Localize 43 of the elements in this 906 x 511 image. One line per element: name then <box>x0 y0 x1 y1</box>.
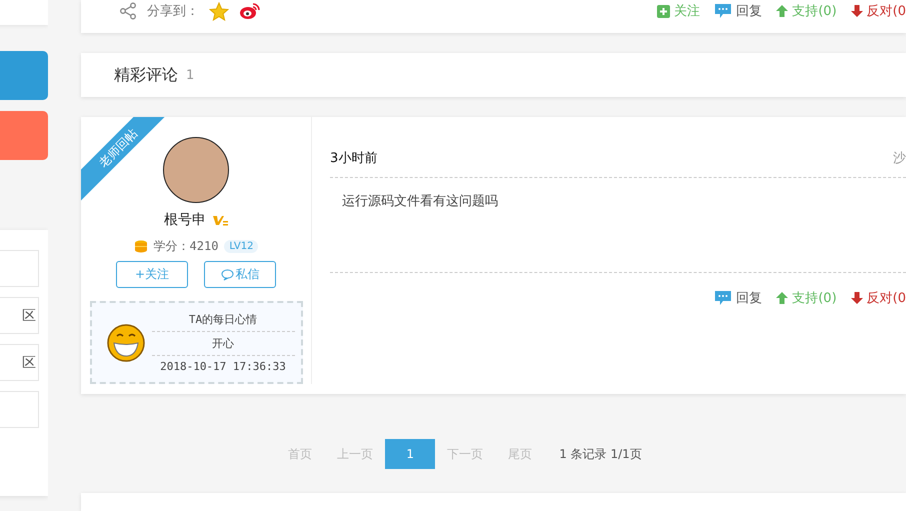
reply-link[interactable]: 回复 <box>714 289 762 308</box>
page-link[interactable]: 首页 <box>275 439 326 470</box>
sidebar-link[interactable]: 区 <box>0 344 39 381</box>
follow-link[interactable]: 关注 <box>657 2 700 20</box>
oppose-link[interactable]: 反对(0 <box>850 289 906 308</box>
page-summary: 1 条记录 1/1页 <box>559 446 642 463</box>
weibo-icon[interactable] <box>239 2 261 20</box>
reply-link[interactable]: 回复 <box>714 2 762 20</box>
share-icon <box>119 2 137 20</box>
mood-time: 2018-10-17 17:36:33 <box>159 359 287 376</box>
score-text: 学分：4210 <box>154 238 218 255</box>
follow-button[interactable]: +关注 <box>116 261 188 288</box>
mood-value: 开心 <box>152 332 294 356</box>
page-link[interactable]: 下一页 <box>439 439 492 470</box>
level-badge: LV12 <box>224 240 258 253</box>
up-arrow-icon <box>776 5 788 17</box>
oppose-link[interactable]: 反对(0 <box>850 2 906 20</box>
star-icon[interactable] <box>209 2 229 20</box>
message-button[interactable]: 私信 <box>204 261 276 288</box>
mood-title: TA的每日心情 <box>152 308 294 332</box>
user-name[interactable]: 根号申 <box>164 211 206 230</box>
comment-time: 3小时前 <box>330 150 378 168</box>
sidebar-link[interactable]: 区 <box>0 297 39 334</box>
down-arrow-icon <box>850 5 863 17</box>
chat-bubble-icon <box>714 290 732 306</box>
page-link[interactable]: 1 <box>385 439 436 470</box>
plus-icon <box>657 4 670 18</box>
grinning-face-icon <box>106 322 146 363</box>
floor-label: 沙 <box>893 150 906 168</box>
share-label: 分享到： <box>147 3 199 20</box>
down-arrow-icon <box>850 292 863 304</box>
page-link[interactable]: 上一页 <box>329 439 382 470</box>
comment-text: 运行源码文件看有这问题吗 <box>330 178 906 274</box>
section-title: 精彩评论 <box>114 64 178 86</box>
support-link[interactable]: 支持(0) <box>776 289 837 308</box>
chat-bubble-icon <box>714 3 732 19</box>
page-link[interactable]: 尾页 <box>495 439 546 470</box>
comment-count: 1 <box>186 68 194 83</box>
up-arrow-icon <box>776 292 788 304</box>
speech-bubble-icon <box>220 268 234 281</box>
support-link[interactable]: 支持(0) <box>776 2 837 20</box>
coins-icon <box>134 240 148 253</box>
v-badge-icon <box>212 214 228 226</box>
